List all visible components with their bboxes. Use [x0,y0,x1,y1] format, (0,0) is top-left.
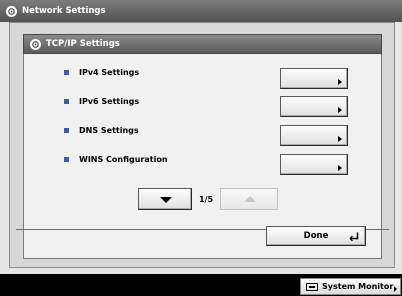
dialog-title: TCP/IP Settings [46,39,120,49]
network-gear-icon [6,5,17,17]
chevron-right-icon [394,286,397,292]
ipv6-settings-button[interactable] [280,96,348,117]
system-monitor-label: System Monitor [322,282,394,291]
dns-settings-button[interactable] [280,125,348,146]
ipv4-settings-button[interactable] [280,68,348,89]
bullet-icon [64,98,69,104]
enter-icon [349,232,359,241]
chevron-right-icon [338,107,342,113]
bullet-icon [64,127,69,133]
setting-label-dns: DNS Settings [79,125,139,135]
page-up-button[interactable] [220,188,278,210]
bullet-icon [64,69,69,75]
window-header: Network Settings [0,0,402,22]
arrow-down-icon [160,197,172,203]
setting-label-wins: WINS Configuration [79,154,168,164]
setting-label-ipv6: IPv6 Settings [79,96,140,106]
dialog-header: TCP/IP Settings [23,34,382,54]
monitor-icon [306,282,318,291]
screen: Network Settings TCP/IP Settings IPv4 Se… [0,0,402,274]
chevron-right-icon [338,136,342,142]
done-label: Done [303,231,329,241]
network-gear-icon [30,38,41,50]
done-button[interactable]: Done [266,226,366,246]
page-down-button[interactable] [138,188,192,210]
setting-row-ipv6: IPv6 Settings [64,95,139,107]
setting-label-ipv4: IPv4 Settings [79,67,140,77]
system-monitor-button[interactable]: System Monitor [300,278,401,295]
setting-row-ipv4: IPv4 Settings [64,66,139,78]
page-indicator: 1/5 [199,195,214,204]
arrow-up-icon [244,196,256,202]
wins-configuration-button[interactable] [280,154,348,175]
chevron-right-icon [338,79,342,85]
setting-row-dns: DNS Settings [64,124,139,136]
chevron-right-icon [338,165,342,171]
bullet-icon [64,156,69,162]
setting-row-wins: WINS Configuration [64,153,168,165]
window-title: Network Settings [22,6,106,16]
